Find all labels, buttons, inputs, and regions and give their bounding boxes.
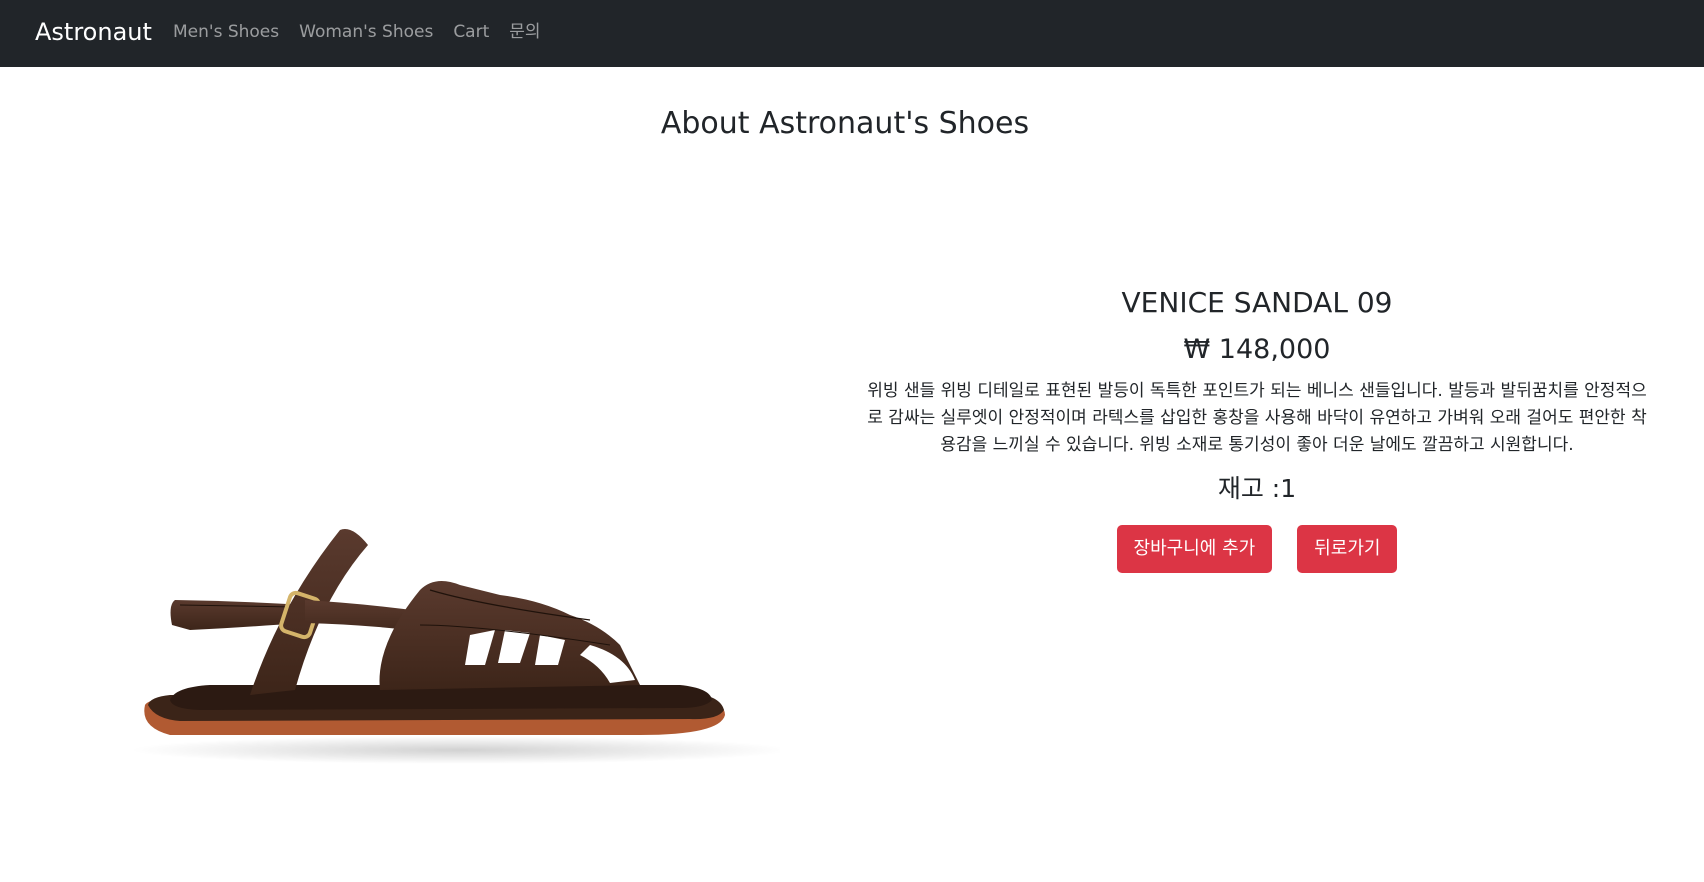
back-button[interactable]: 뒤로가기 bbox=[1297, 525, 1398, 573]
product-price: ₩ 148,000 bbox=[1183, 334, 1331, 365]
add-to-cart-button[interactable]: 장바구니에 추가 bbox=[1116, 525, 1273, 573]
product-description: 위빙 샌들 위빙 디테일로 표현된 발등이 독특한 포인트가 되는 베니스 샌들… bbox=[867, 381, 1647, 455]
product-info: VENICE SANDAL 09 ₩ 148,000 위빙 샌들 위빙 디테일로… bbox=[861, 283, 1653, 573]
navbar: Astronaut Men's Shoes Woman's Shoes Cart… bbox=[0, 0, 1704, 67]
nav-link-womans-shoes[interactable]: Woman's Shoes bbox=[299, 20, 433, 44]
brand-link[interactable]: Astronaut bbox=[35, 17, 152, 47]
nav-links: Men's Shoes Woman's Shoes Cart 문의 bbox=[173, 20, 561, 44]
product-image bbox=[120, 505, 790, 775]
product-stock: 재고 :1 bbox=[1217, 474, 1297, 503]
action-buttons: 장바구니에 추가 뒤로가기 bbox=[861, 525, 1653, 573]
nav-link-mens-shoes[interactable]: Men's Shoes bbox=[173, 20, 279, 44]
sandal-image bbox=[130, 529, 790, 764]
nav-link-inquiry[interactable]: 문의 bbox=[509, 20, 540, 44]
nav-link-cart[interactable]: Cart bbox=[453, 20, 489, 44]
page-title: About Astronaut's Shoes bbox=[660, 106, 1030, 141]
product-name: VENICE SANDAL 09 bbox=[1121, 286, 1393, 319]
